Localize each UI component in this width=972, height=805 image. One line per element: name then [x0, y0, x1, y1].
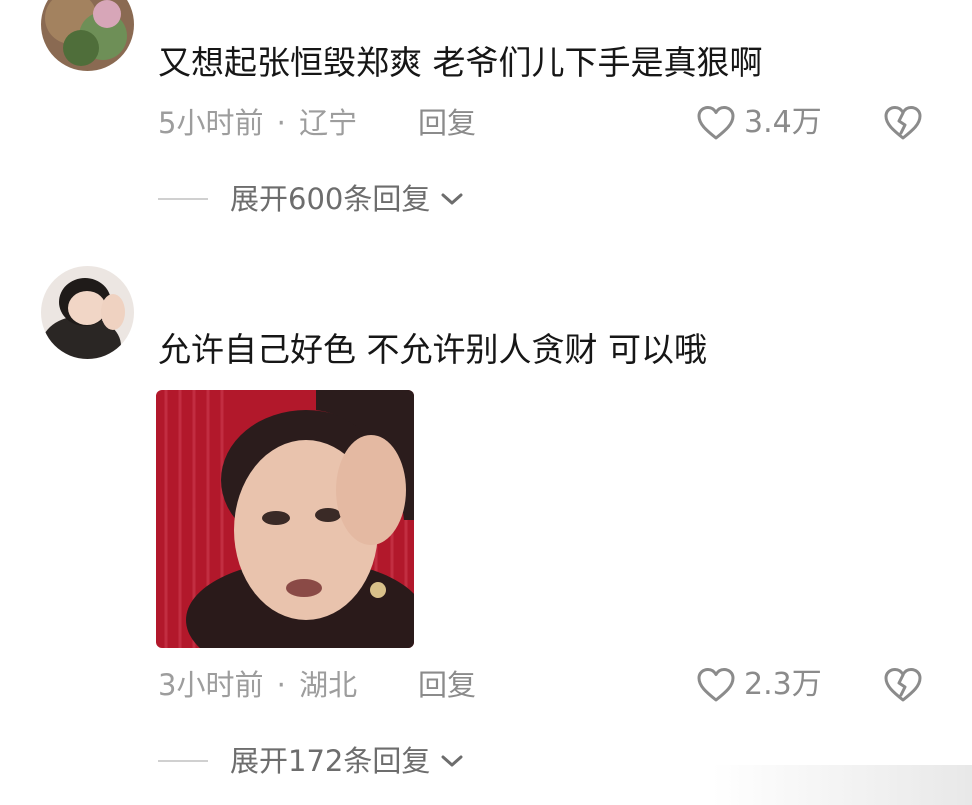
divider-line	[158, 198, 208, 200]
comment-time: 5小时前	[158, 106, 264, 140]
reply-button[interactable]: 回复	[418, 667, 476, 703]
expand-replies-label: 展开172条回复	[230, 744, 431, 778]
avatar[interactable]	[41, 0, 134, 71]
like-count: 3.4万	[744, 105, 822, 140]
username[interactable]	[158, 288, 328, 306]
watermark	[712, 765, 972, 805]
chevron-down-icon	[441, 755, 463, 767]
comment-time: 3小时前	[158, 668, 264, 702]
broken-heart-icon	[884, 106, 922, 140]
comment-meta: 3小时前 · 湖北 回复	[158, 667, 476, 703]
comment-meta: 5小时前 · 辽宁 回复	[158, 105, 476, 141]
divider-line	[158, 760, 208, 762]
chevron-down-icon	[441, 193, 463, 205]
like-button[interactable]: 3.4万	[696, 105, 822, 141]
expand-replies[interactable]: 展开600条回复	[158, 181, 466, 217]
like-count: 2.3万	[744, 667, 822, 702]
like-button[interactable]: 2.3万	[696, 667, 822, 703]
comment-location: 湖北	[299, 668, 358, 702]
heart-outline-icon	[697, 668, 735, 702]
dislike-button[interactable]	[883, 667, 923, 703]
dislike-button[interactable]	[883, 105, 923, 141]
comment-text: 又想起张恒毁郑爽 老爷们儿下手是真狠啊	[158, 43, 763, 82]
expand-replies-label: 展开600条回复	[230, 182, 431, 216]
username[interactable]	[158, 0, 328, 18]
comment-text: 允许自己好色 不允许别人贪财 可以哦	[158, 330, 707, 369]
expand-replies[interactable]: 展开172条回复	[158, 743, 466, 779]
meta-separator: ·	[276, 106, 286, 140]
avatar[interactable]	[41, 266, 134, 359]
broken-heart-icon	[884, 668, 922, 702]
meta-separator: ·	[276, 668, 286, 702]
comment-location: 辽宁	[299, 106, 358, 140]
sticker-image[interactable]	[156, 390, 414, 648]
heart-outline-icon	[697, 106, 735, 140]
reply-button[interactable]: 回复	[418, 105, 476, 141]
